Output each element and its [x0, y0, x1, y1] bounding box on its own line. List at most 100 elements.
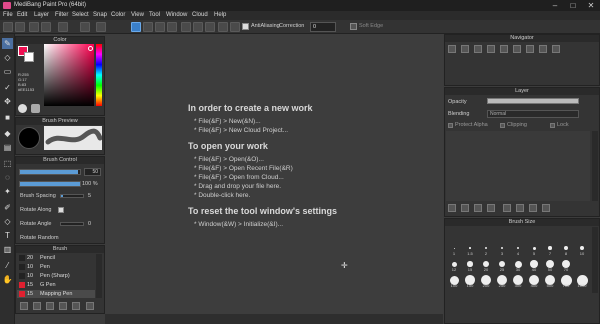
clipping-checkbox[interactable]: [500, 123, 505, 128]
layer-list[interactable]: [446, 131, 590, 201]
brush-item[interactable]: 10 Pen: [17, 263, 95, 271]
brush-size-preset[interactable]: [494, 227, 510, 240]
snap-off-icon[interactable]: [131, 22, 141, 32]
brush-size-preset[interactable]: [462, 227, 478, 240]
snap-grid-icon[interactable]: [230, 22, 240, 32]
rotate-reset-icon[interactable]: [513, 45, 521, 53]
snap-setting-icon[interactable]: [218, 22, 228, 32]
brush-size-preset[interactable]: 250: [494, 275, 510, 288]
menu-cloud[interactable]: Cloud: [192, 12, 208, 18]
snap-parallel-icon[interactable]: [143, 22, 153, 32]
brush-size-preset[interactable]: 700: [558, 274, 574, 288]
menu-tool[interactable]: Tool: [149, 12, 160, 18]
brush-size-preset[interactable]: 10: [574, 243, 590, 256]
brush-size-slider[interactable]: [19, 169, 81, 175]
zoom-out-icon[interactable]: [461, 45, 469, 53]
menu-snap[interactable]: Snap: [93, 12, 107, 18]
eraser-tool-icon[interactable]: ◇: [2, 52, 13, 63]
select-pen-tool-icon[interactable]: ✐: [2, 202, 13, 213]
menu-filter[interactable]: Filter: [55, 12, 68, 18]
rotate-left-icon[interactable]: [500, 45, 508, 53]
brush-tool-icon[interactable]: ✎: [2, 38, 13, 49]
add-brush-icon[interactable]: [20, 302, 28, 310]
brush-size-preset[interactable]: 70: [558, 259, 574, 272]
hue-slider[interactable]: [96, 44, 102, 106]
brush-copy-icon[interactable]: [72, 302, 80, 310]
fit-icon[interactable]: [474, 45, 482, 53]
move-layer-down-icon[interactable]: [516, 204, 524, 212]
correction-select[interactable]: 0: [310, 22, 336, 32]
brush-size-preset[interactable]: 40: [526, 259, 542, 272]
minimize-icon[interactable]: –: [546, 0, 564, 11]
brush-folder-icon[interactable]: [59, 302, 67, 310]
menu-window[interactable]: Window: [166, 12, 187, 18]
brush-size-preset[interactable]: 400: [526, 274, 542, 288]
menu-file[interactable]: File: [3, 12, 13, 18]
brush-size-preset[interactable]: 300: [510, 275, 526, 288]
brush-size-preset[interactable]: 50: [542, 259, 558, 272]
layer-type-menu-icon[interactable]: [487, 204, 495, 212]
brush-size-preset[interactable]: 20: [478, 259, 494, 272]
brush-size-preset[interactable]: 200: [478, 275, 494, 288]
snap-circle-icon[interactable]: [193, 22, 203, 32]
zoom-in-icon[interactable]: [448, 45, 456, 53]
brush-list-scrollbar[interactable]: [96, 254, 102, 298]
brush-size-scrollbar[interactable]: [592, 227, 598, 293]
brush-size-preset[interactable]: [510, 227, 526, 240]
brush-size-preset[interactable]: [542, 227, 558, 240]
lasso-tool-icon[interactable]: ◌: [2, 172, 13, 183]
lock-checkbox[interactable]: [550, 123, 555, 128]
rotate-angle-slider[interactable]: [60, 222, 84, 226]
snap-vanish-icon[interactable]: [167, 22, 177, 32]
new-halftone-layer-icon[interactable]: [461, 204, 469, 212]
close-icon[interactable]: ✕: [582, 0, 600, 11]
brush-size-value[interactable]: 50: [84, 168, 101, 176]
rotate-right-icon[interactable]: [526, 45, 534, 53]
brush-size-preset[interactable]: [574, 227, 590, 240]
cloud-save-icon[interactable]: [41, 22, 51, 32]
brush-size-preset[interactable]: 7: [542, 243, 558, 256]
brush-size-preset[interactable]: 3: [494, 243, 510, 256]
redo-icon[interactable]: [96, 22, 106, 32]
settings-icon[interactable]: [58, 22, 68, 32]
background-color-swatch[interactable]: [24, 52, 34, 62]
brush-size-preset[interactable]: 25: [494, 259, 510, 272]
text-tool-icon[interactable]: T: [2, 230, 13, 241]
brush-size-preset[interactable]: 8: [558, 243, 574, 256]
brush-size-preset[interactable]: 4: [510, 243, 526, 256]
eyedropper-tool-icon[interactable]: ⁄: [2, 260, 13, 271]
brush-item[interactable]: 10 Pen (Sharp): [17, 272, 95, 280]
menu-layer[interactable]: Layer: [34, 12, 49, 18]
brush-size-preset[interactable]: [574, 259, 590, 272]
fill-shape-tool-icon[interactable]: ■: [2, 112, 13, 123]
menu-view[interactable]: View: [131, 12, 144, 18]
brush-item[interactable]: 15 G Pen: [17, 281, 95, 289]
menu-edit[interactable]: Edit: [17, 12, 27, 18]
maximize-icon[interactable]: □: [564, 0, 582, 11]
brush-size-preset[interactable]: [558, 227, 574, 240]
color-history-icon[interactable]: [31, 104, 40, 113]
delete-layer-icon[interactable]: [542, 204, 550, 212]
layer-list-scrollbar[interactable]: [592, 131, 598, 201]
magic-wand-tool-icon[interactable]: ✦: [2, 186, 13, 197]
snap-cross-icon[interactable]: [155, 22, 165, 32]
new-file-icon[interactable]: [3, 22, 13, 32]
brush-size-preset[interactable]: 1: [446, 243, 462, 256]
brush-size-preset[interactable]: 2: [478, 243, 494, 256]
move-layer-up-icon[interactable]: [503, 204, 511, 212]
flip-vertical-icon[interactable]: [552, 45, 560, 53]
rotate-along-checkbox[interactable]: [58, 207, 64, 213]
layer-opacity-slider[interactable]: [487, 98, 579, 104]
brush-size-preset[interactable]: 12: [446, 259, 462, 272]
color-picker-cursor[interactable]: [88, 46, 93, 51]
color-picker-area[interactable]: [44, 44, 94, 106]
protect-alpha-checkbox[interactable]: [448, 123, 453, 128]
move-tool-icon[interactable]: ✥: [2, 96, 13, 107]
save-icon[interactable]: [29, 22, 39, 32]
menu-color[interactable]: Color: [111, 12, 125, 18]
brush-size-preset[interactable]: 1.5: [462, 243, 478, 256]
brush-item[interactable]: 20 Pencil: [17, 254, 95, 262]
snap-curve-icon[interactable]: [205, 22, 215, 32]
brush-size-preset[interactable]: [478, 227, 494, 240]
actual-size-icon[interactable]: [487, 45, 495, 53]
